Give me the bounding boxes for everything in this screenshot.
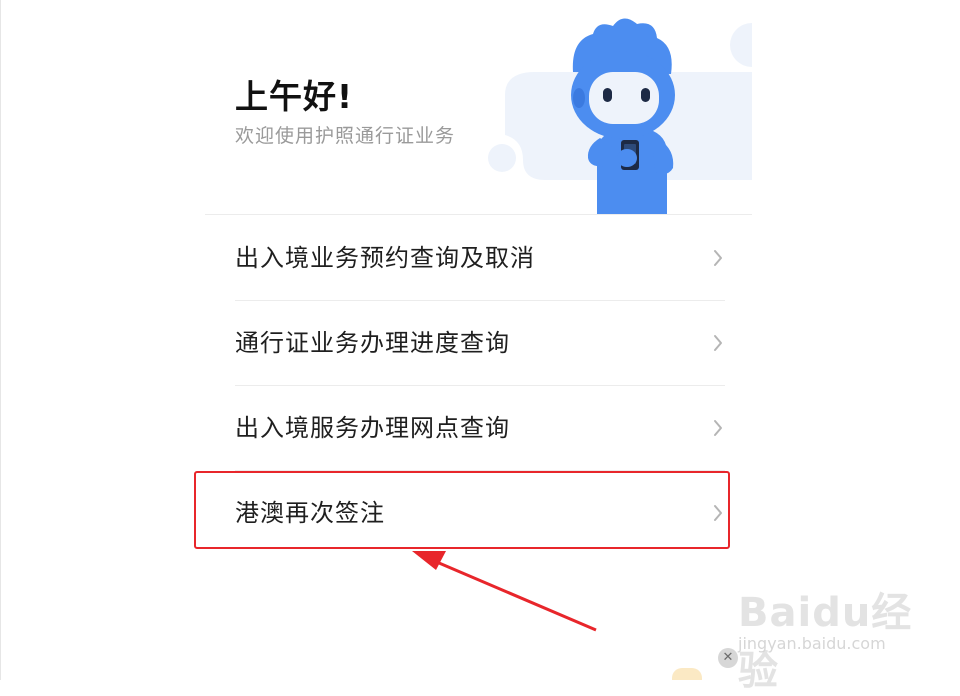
app-content: 上午好! 欢迎使用护照通行证业务 出入境业务预约查询及取消 通行证业务办理进度查… [205,0,752,680]
chevron-right-icon [714,250,722,266]
menu-item-label: 通行证业务办理进度查询 [235,329,510,357]
close-icon[interactable]: ✕ [718,648,738,668]
menu-item-label: 出入境服务办理网点查询 [235,414,510,442]
watermark-url: jingyan.baidu.com [738,634,886,653]
screenshot-border [0,0,1,680]
menu-item-appointment-query[interactable]: 出入境业务预约查询及取消 [235,216,725,301]
menu-item-progress-query[interactable]: 通行证业务办理进度查询 [235,301,725,386]
annotation-highlight-box [194,471,730,549]
menu-item-service-point-query[interactable]: 出入境服务办理网点查询 [235,386,725,471]
chevron-right-icon [714,335,722,351]
divider [205,214,752,215]
greeting-title: 上午好! [235,77,354,116]
baidu-watermark: Baidu经验 jingyan.baidu.com [738,580,928,694]
welcome-subtitle: 欢迎使用护照通行证业务 [235,125,456,147]
decorative-blob [672,668,702,680]
hero-banner: 上午好! 欢迎使用护照通行证业务 [205,0,752,215]
mascot-illustration [571,18,675,215]
chevron-right-icon [714,420,722,436]
menu-item-label: 出入境业务预约查询及取消 [235,244,535,272]
